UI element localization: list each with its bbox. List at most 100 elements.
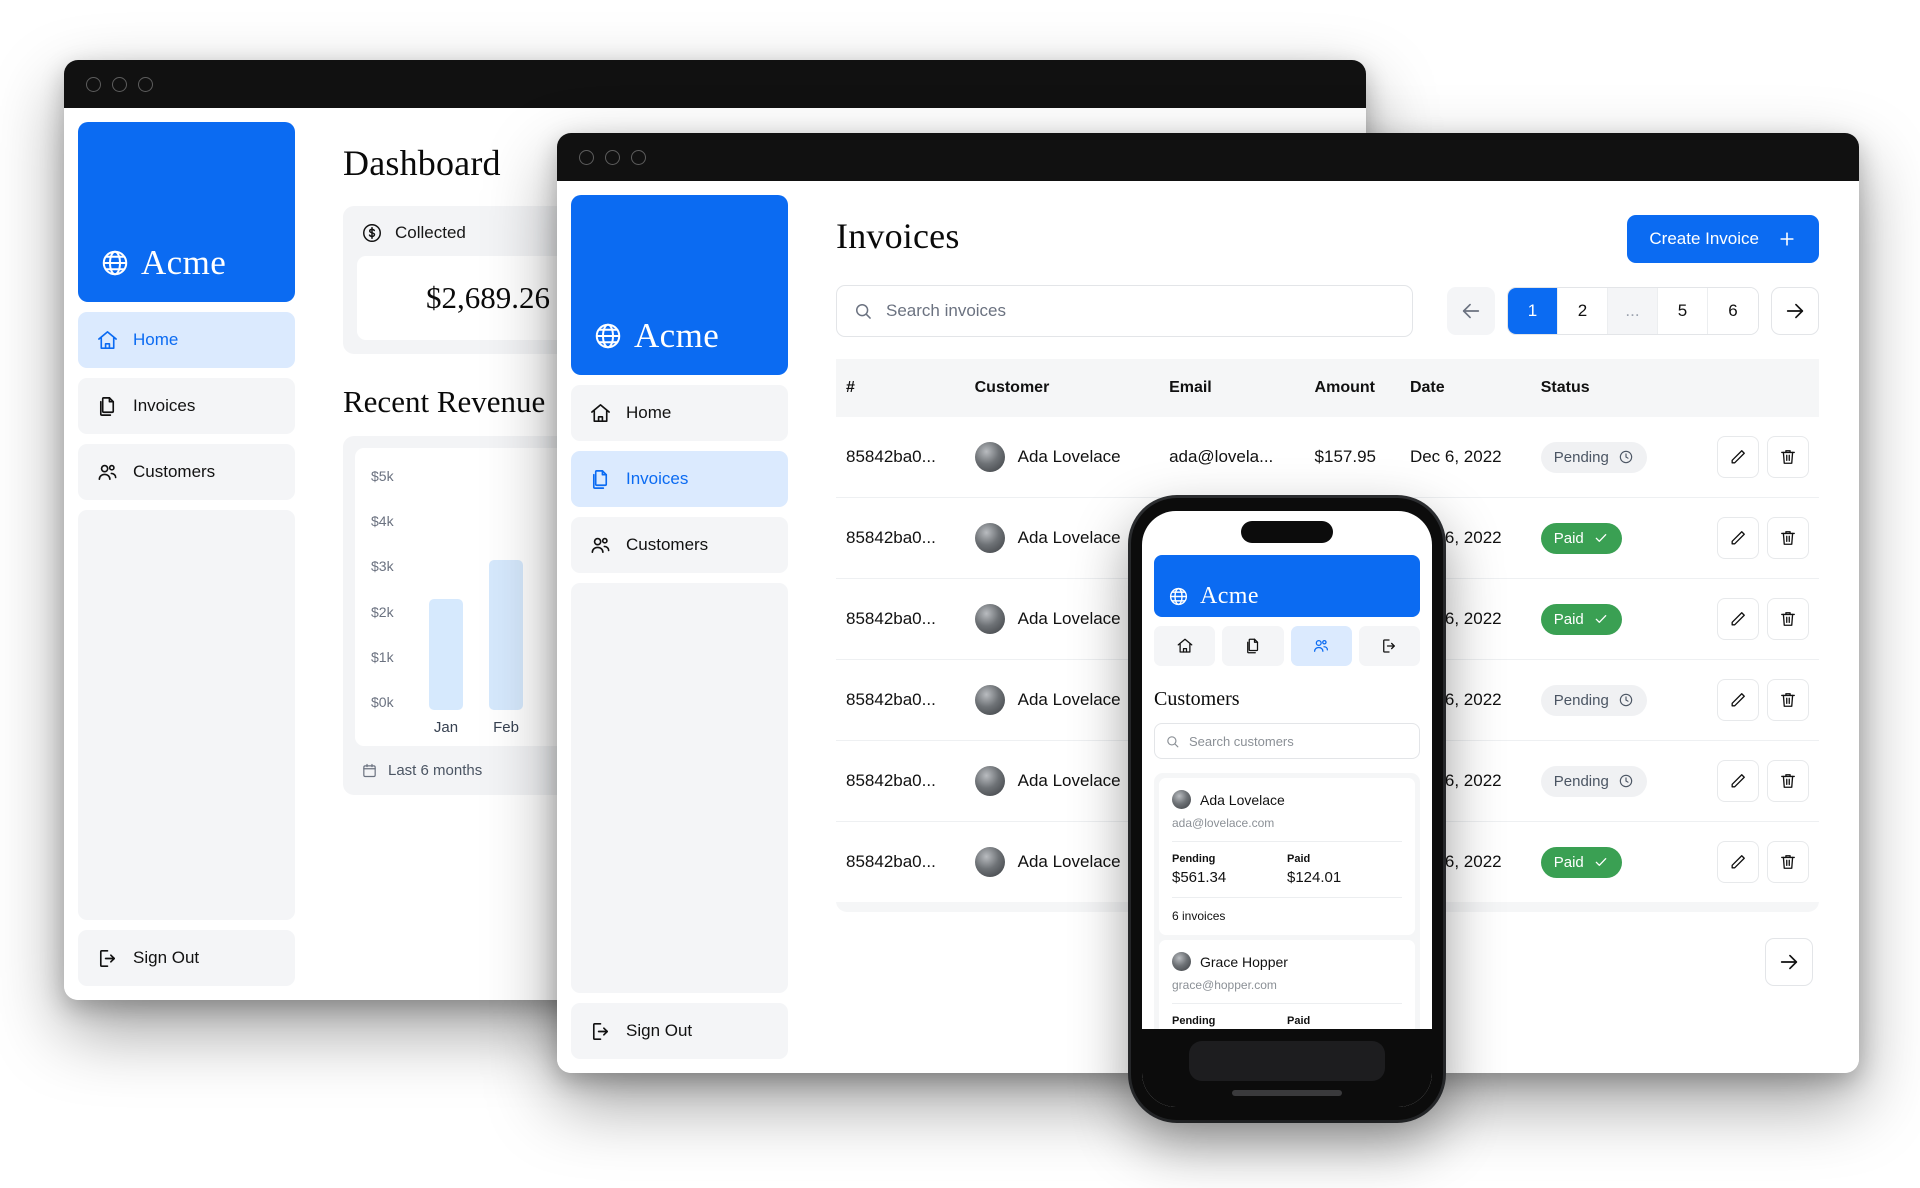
pagination-page-2[interactable]: 2 [1558, 288, 1608, 334]
phone-brand-block[interactable]: Acme [1154, 555, 1420, 617]
dollar-circle-icon [361, 222, 383, 244]
edit-invoice-button[interactable] [1717, 760, 1759, 802]
status-label: Pending [1553, 691, 1609, 709]
edit-invoice-button[interactable] [1717, 517, 1759, 559]
delete-invoice-button[interactable] [1767, 679, 1809, 721]
sidebar-item-home[interactable]: Home [78, 312, 295, 368]
window-close-dot[interactable] [86, 76, 101, 92]
column-header: Date [1399, 359, 1531, 417]
invoice-count: 6 invoices [1172, 909, 1226, 923]
globe-icon [593, 321, 623, 351]
collected-label: Collected [395, 223, 466, 242]
customer-name: Ada Lovelace [1017, 690, 1121, 709]
customer-card[interactable]: Ada Lovelace ada@lovelace.com Pending $561.… [1159, 778, 1415, 935]
window-minimize-dot[interactable] [112, 76, 127, 92]
edit-invoice-button[interactable] [1717, 436, 1759, 478]
status-badge: Pending [1540, 441, 1647, 473]
phone-search-input[interactable]: Search customers [1154, 723, 1420, 759]
cell-date: Dec 6, 2022 [1399, 417, 1531, 498]
delete-invoice-button[interactable] [1767, 841, 1809, 883]
table-row[interactable]: 85842ba0... Ada Lovelace ada@lovela...$157… [836, 417, 1819, 498]
avatar [1172, 790, 1191, 809]
cell-actions [1678, 740, 1819, 822]
sidebar-item-customers[interactable]: Customers [571, 517, 788, 573]
status-label: Paid [1553, 610, 1584, 628]
sidebar-spacer [78, 510, 295, 920]
phone-nav-invoices[interactable] [1222, 626, 1284, 666]
cell-amount: $157.95 [1304, 417, 1400, 498]
sidebar-item-home[interactable]: Home [571, 385, 788, 441]
documents-icon [589, 468, 612, 491]
pagination-page-6[interactable]: 6 [1708, 288, 1758, 334]
phone-home-block [1189, 1041, 1385, 1081]
divider [1172, 1003, 1402, 1004]
sidebar-item-label: Home [626, 403, 672, 422]
users-icon [96, 461, 119, 484]
avatar [974, 766, 1005, 796]
edit-invoice-button[interactable] [1717, 841, 1759, 883]
phone-mockup[interactable]: Acme Customers Search customers Ada Love… [1131, 498, 1443, 1120]
phone-page-title: Customers [1154, 688, 1240, 710]
cell-actions [1678, 822, 1819, 903]
pagination-pages: 1 2... 5 6 [1507, 287, 1759, 335]
window-minimize-dot[interactable] [605, 149, 620, 165]
pagination-next-button[interactable] [1771, 287, 1819, 335]
window-maximize-dot[interactable] [631, 149, 646, 165]
sign-out-button[interactable]: Sign Out [571, 1003, 788, 1059]
sidebar-item-invoices[interactable]: Invoices [571, 451, 788, 507]
home-icon [1176, 637, 1194, 655]
cell-actions [1678, 659, 1819, 741]
pagination-prev-button[interactable] [1447, 287, 1495, 335]
delete-invoice-button[interactable] [1767, 760, 1809, 802]
sign-out-button[interactable]: Sign Out [78, 930, 295, 986]
phone-home-indicator[interactable] [1232, 1090, 1342, 1096]
status-badge: Pending [1540, 765, 1647, 797]
status-label: Paid [1553, 853, 1584, 871]
sidebar-item-invoices[interactable]: Invoices [78, 378, 295, 434]
delete-invoice-button[interactable] [1767, 598, 1809, 640]
chart-bar [489, 560, 523, 710]
cell-customer: Ada Lovelace [964, 659, 1160, 741]
customer-email: grace@hopper.com [1172, 978, 1277, 992]
users-icon [1312, 637, 1330, 655]
status-badge: Pending [1540, 684, 1647, 716]
documents-icon [1244, 637, 1262, 655]
sidebar-item-label: Home [133, 330, 179, 349]
edit-invoice-button[interactable] [1717, 679, 1759, 721]
phone-nav-customers[interactable] [1290, 626, 1352, 666]
status-label: Pending [1553, 772, 1609, 790]
clock-icon [1618, 773, 1634, 789]
sidebar-item-label: Customers [626, 535, 709, 554]
avatar [974, 442, 1005, 472]
window-maximize-dot[interactable] [138, 76, 153, 92]
avatar [974, 847, 1005, 877]
pagination-page-5[interactable]: 5 [1658, 288, 1708, 334]
chart-x-tick: Feb [493, 719, 519, 736]
table-header: # Customer Email Amount Date Status [836, 359, 1819, 417]
sidebar-item-customers[interactable]: Customers [78, 444, 295, 500]
phone-nav-home[interactable] [1154, 626, 1216, 666]
delete-invoice-button[interactable] [1767, 517, 1809, 559]
search-input[interactable]: Search invoices [836, 285, 1413, 337]
delete-invoice-button[interactable] [1767, 436, 1809, 478]
customer-name: Ada Lovelace [1017, 447, 1121, 466]
invoices-sidebar: Acme Home Invoices Customers Sign Out [557, 181, 802, 1073]
phone-screen: Acme Customers Search customers Ada Love… [1142, 511, 1432, 1107]
brand-logo-block[interactable]: Acme [571, 195, 788, 375]
cell-id: 85842ba0... [846, 852, 936, 871]
sign-out-label: Sign Out [626, 1021, 693, 1040]
phone-nav-sign-out[interactable] [1358, 626, 1420, 666]
edit-invoice-button[interactable] [1717, 598, 1759, 640]
pending-label: Pending [1172, 853, 1216, 865]
table-next-page-button[interactable] [1765, 938, 1813, 986]
y-tick: $1k [371, 648, 394, 665]
sidebar-item-label: Customers [133, 462, 216, 481]
pagination-page-1[interactable]: 1 [1508, 288, 1558, 334]
check-icon [1593, 530, 1609, 546]
paid-label: Paid [1287, 1015, 1311, 1027]
window-close-dot[interactable] [579, 149, 594, 165]
create-invoice-button[interactable]: Create Invoice [1627, 215, 1819, 263]
customer-name: Grace Hopper [1200, 953, 1288, 970]
brand-logo-block[interactable]: Acme [78, 122, 295, 302]
cell-status: Paid [1531, 822, 1679, 903]
